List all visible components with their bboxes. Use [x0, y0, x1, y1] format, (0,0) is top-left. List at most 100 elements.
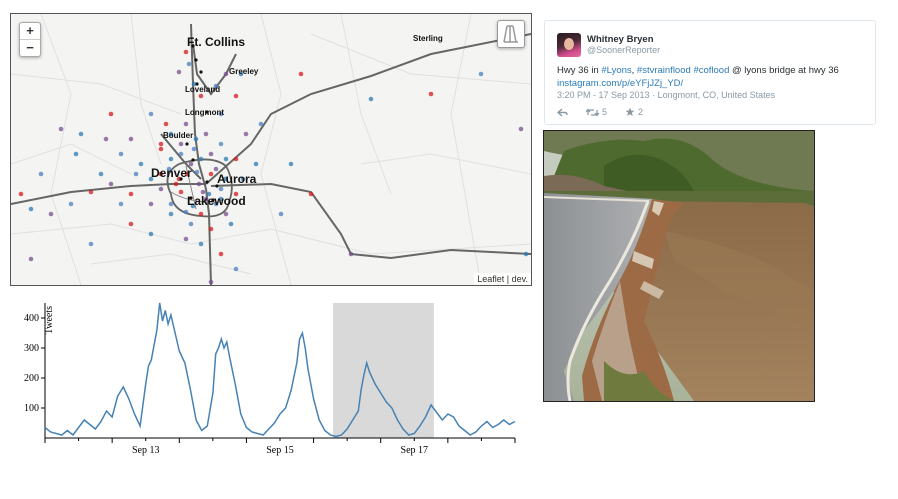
- tweet-marker[interactable]: [163, 121, 169, 127]
- tweet-marker[interactable]: [28, 256, 34, 262]
- tweet-marker[interactable]: [223, 71, 229, 77]
- tweet-marker[interactable]: [308, 191, 314, 197]
- tweet-marker[interactable]: [208, 226, 214, 232]
- tweet-marker[interactable]: [98, 171, 104, 177]
- tweet-marker[interactable]: [118, 151, 124, 157]
- tweet-marker[interactable]: [88, 189, 94, 195]
- tweet-marker[interactable]: [223, 156, 229, 162]
- tweet-marker[interactable]: [168, 211, 174, 217]
- tweet-marker[interactable]: [138, 161, 144, 167]
- tweet-marker[interactable]: [228, 221, 234, 227]
- avatar[interactable]: [557, 33, 581, 57]
- tweet-marker[interactable]: [183, 121, 189, 127]
- tweet-marker[interactable]: [128, 136, 134, 142]
- hashtag-stvrainflood-link[interactable]: #stvrainflood: [637, 65, 691, 76]
- tweet-author-name[interactable]: Whitney Bryen: [587, 34, 654, 45]
- tweet-marker[interactable]: [253, 161, 259, 167]
- tweet-author-handle[interactable]: @SoonerReporter: [587, 45, 660, 55]
- tweet-marker[interactable]: [128, 191, 134, 197]
- tweet-marker[interactable]: [158, 186, 164, 192]
- layers-button[interactable]: [497, 20, 525, 48]
- zoom-in-button[interactable]: +: [20, 23, 40, 39]
- tweet-marker[interactable]: [108, 111, 114, 117]
- tweet-marker[interactable]: [518, 126, 524, 132]
- tweet-marker[interactable]: [194, 169, 200, 175]
- tweet-marker[interactable]: [183, 49, 189, 55]
- tweet-marker[interactable]: [103, 136, 109, 142]
- tweet-marker[interactable]: [298, 71, 304, 77]
- tweet-marker[interactable]: [173, 181, 179, 187]
- tweet-marker[interactable]: [218, 141, 224, 147]
- tweet-marker[interactable]: [148, 201, 154, 207]
- tweet-map[interactable]: Ft. Collins Sterling Greeley Loveland Lo…: [10, 13, 532, 286]
- tweet-marker[interactable]: [218, 186, 224, 192]
- tweet-marker[interactable]: [148, 231, 154, 237]
- tweet-marker[interactable]: [148, 111, 154, 117]
- tweet-marker[interactable]: [218, 251, 224, 257]
- tweet-marker[interactable]: [73, 151, 79, 157]
- tweet-marker[interactable]: [183, 209, 189, 215]
- tweet-marker[interactable]: [208, 279, 214, 285]
- tweet-marker[interactable]: [178, 189, 184, 195]
- hashtag-lyons-link[interactable]: #Lyons: [601, 65, 631, 76]
- tweet-marker[interactable]: [38, 171, 44, 177]
- reply-button[interactable]: [557, 107, 568, 117]
- tweet-marker[interactable]: [88, 241, 94, 247]
- tweet-marker[interactable]: [368, 96, 374, 102]
- tweet-marker[interactable]: [233, 266, 239, 272]
- tweet-marker[interactable]: [198, 211, 204, 217]
- tweet-marker[interactable]: [68, 201, 74, 207]
- tweet-marker[interactable]: [196, 181, 202, 187]
- tweet-marker[interactable]: [243, 131, 249, 137]
- tweet-marker[interactable]: [428, 91, 434, 97]
- tweet-marker[interactable]: [278, 211, 284, 217]
- tweet-marker[interactable]: [223, 211, 229, 217]
- tweet-marker[interactable]: [258, 121, 264, 127]
- tweet-marker[interactable]: [48, 211, 54, 217]
- time-brush-selection[interactable]: [333, 303, 434, 438]
- tweet-marker[interactable]: [58, 126, 64, 132]
- tweet-marker[interactable]: [178, 141, 184, 147]
- tweet-marker[interactable]: [233, 93, 239, 99]
- retweet-button[interactable]: 5: [586, 107, 607, 117]
- tweet-marker[interactable]: [288, 161, 294, 167]
- tweet-volume-chart[interactable]: 100 200 300 400 Sep 13 Sep 15 Sep 17 Tweets: [12, 298, 522, 468]
- tweet-marker[interactable]: [213, 166, 219, 172]
- tweet-marker[interactable]: [198, 156, 204, 162]
- favorite-button[interactable]: 2: [625, 107, 643, 117]
- tweet-marker[interactable]: [348, 251, 354, 257]
- tweet-text: Hwy 36 in #Lyons, #stvrainflood #coflood…: [557, 64, 867, 90]
- tweet-marker[interactable]: [128, 221, 134, 227]
- tweet-marker[interactable]: [18, 191, 24, 197]
- tweet-marker[interactable]: [183, 236, 189, 242]
- tweet-marker[interactable]: [78, 131, 84, 137]
- map-attribution[interactable]: Leaflet | dev.: [474, 273, 531, 285]
- tweet-marker[interactable]: [191, 146, 197, 152]
- tweet-timestamp[interactable]: 3:20 PM - 17 Sep 2013 · Longmont, CO, Un…: [557, 90, 775, 100]
- instagram-link[interactable]: instagram.com/p/eYFjJZj_YD/: [557, 78, 683, 89]
- tweet-marker[interactable]: [28, 206, 34, 212]
- tweet-marker[interactable]: [168, 156, 174, 162]
- tweet-marker[interactable]: [523, 251, 529, 257]
- tweet-marker[interactable]: [108, 181, 114, 187]
- tweet-marker[interactable]: [188, 221, 194, 227]
- tweet-marker[interactable]: [133, 171, 139, 177]
- tweet-marker[interactable]: [203, 131, 209, 137]
- tweet-marker[interactable]: [198, 241, 204, 247]
- tweet-marker[interactable]: [233, 156, 239, 162]
- tweet-photo[interactable]: [543, 130, 815, 402]
- tweet-marker[interactable]: [158, 146, 164, 152]
- tweet-marker[interactable]: [186, 61, 192, 67]
- tweet-marker[interactable]: [198, 93, 204, 99]
- tweet-marker[interactable]: [478, 71, 484, 77]
- zoom-out-button[interactable]: −: [20, 39, 40, 56]
- tweet-marker[interactable]: [193, 136, 199, 142]
- tweet-marker[interactable]: [176, 69, 182, 75]
- tweet-marker[interactable]: [208, 171, 214, 177]
- tweet-marker[interactable]: [158, 141, 164, 147]
- tweet-marker[interactable]: [118, 201, 124, 207]
- tweet-marker[interactable]: [168, 201, 174, 207]
- tweet-marker[interactable]: [208, 151, 214, 157]
- hashtag-coflood-link[interactable]: #coflood: [693, 65, 729, 76]
- tweet-marker[interactable]: [178, 151, 184, 157]
